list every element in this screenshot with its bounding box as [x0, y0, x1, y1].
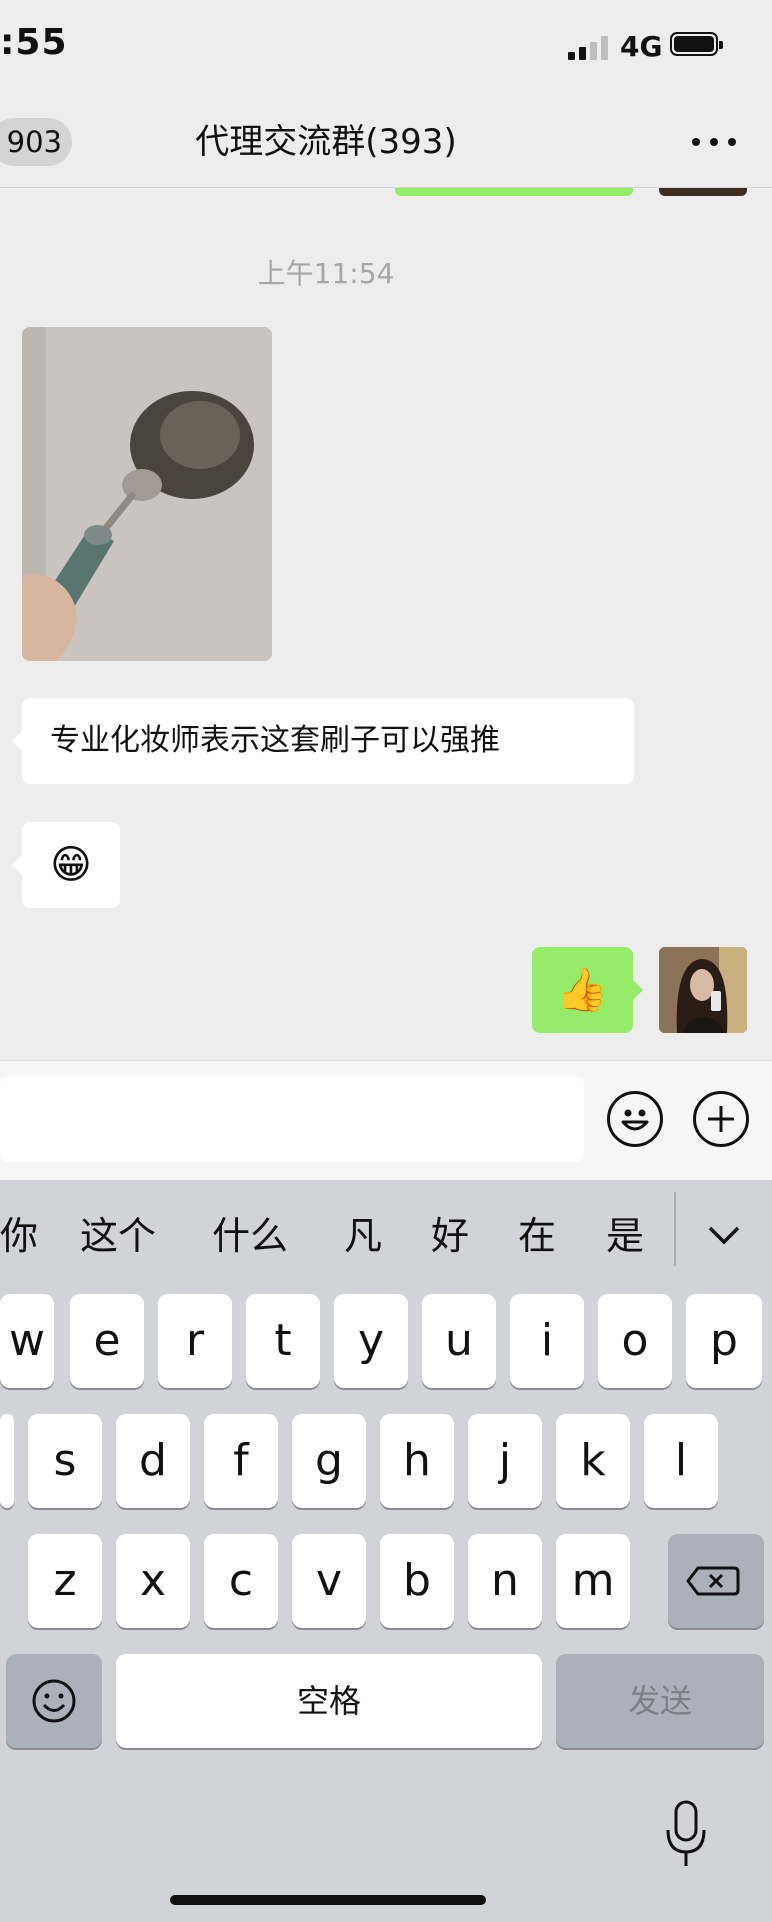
key[interactable]: l [644, 1414, 718, 1508]
candidate-divider [674, 1192, 676, 1266]
avatar-photo [659, 947, 747, 1033]
more-icon[interactable] [692, 126, 736, 158]
message-input[interactable] [0, 1076, 584, 1162]
photo-message[interactable] [22, 327, 272, 661]
bubble-tail [12, 855, 22, 875]
delete-key[interactable] [668, 1534, 764, 1628]
key[interactable]: z [28, 1534, 102, 1628]
key[interactable]: d [116, 1414, 190, 1508]
network-label: 4G [620, 30, 663, 63]
key[interactable]: r [158, 1294, 232, 1388]
previous-message-bubble[interactable] [395, 188, 633, 196]
signal-icon [568, 36, 612, 60]
header-divider [0, 187, 772, 188]
candidate-word[interactable]: 好 [431, 1208, 469, 1264]
thumbs-up-emoji: 👍 [556, 965, 609, 1014]
previous-avatar[interactable] [659, 188, 747, 196]
mic-icon[interactable] [658, 1798, 714, 1870]
message-timestamp: 上午11:54 [257, 257, 395, 290]
key[interactable]: b [380, 1534, 454, 1628]
chat-title: 代理交流群(393) [195, 122, 457, 162]
key[interactable]: m [556, 1534, 630, 1628]
candidate-word[interactable]: 凡 [344, 1208, 382, 1264]
key[interactable]: o [598, 1294, 672, 1388]
candidate-word[interactable]: 什么 [212, 1208, 288, 1264]
my-bubble-tail [633, 980, 643, 1000]
key[interactable]: k [556, 1414, 630, 1508]
grin-emoji: 😁 [50, 842, 92, 888]
key[interactable]: c [204, 1534, 278, 1628]
emoji-message-bubble[interactable]: 😁 [22, 822, 120, 908]
text-message: 专业化妆师表示这套刷子可以强推 [50, 723, 500, 758]
key[interactable]: w [0, 1294, 54, 1388]
send-key[interactable]: 发送 [556, 1654, 764, 1748]
emoji-key-icon [32, 1679, 76, 1723]
key[interactable]: e [70, 1294, 144, 1388]
key[interactable]: i [510, 1294, 584, 1388]
key[interactable]: g [292, 1414, 366, 1508]
key[interactable]: y [334, 1294, 408, 1388]
key[interactable]: h [380, 1414, 454, 1508]
key[interactable]: j [468, 1414, 542, 1508]
key[interactable]: x [116, 1534, 190, 1628]
status-time: :55 [0, 22, 68, 63]
key[interactable]: u [422, 1294, 496, 1388]
emoji-icon[interactable] [607, 1091, 663, 1147]
candidate-word[interactable]: 这个 [80, 1208, 156, 1264]
emoji-key[interactable] [6, 1654, 102, 1748]
space-key[interactable]: 空格 [116, 1654, 542, 1748]
key-a-partial[interactable] [0, 1414, 14, 1508]
key[interactable]: t [246, 1294, 320, 1388]
makeup-brush-photo [22, 327, 272, 661]
delete-icon [686, 1566, 740, 1596]
key[interactable]: n [468, 1534, 542, 1628]
key[interactable]: p [686, 1294, 762, 1388]
text-message-bubble[interactable]: 专业化妆师表示这套刷子可以强推 [22, 698, 634, 784]
battery-icon [670, 32, 723, 56]
my-avatar[interactable] [659, 947, 747, 1033]
candidate-word[interactable]: 在 [518, 1208, 556, 1264]
my-message-bubble[interactable]: 👍 [532, 947, 633, 1033]
bubble-tail [12, 731, 22, 751]
home-indicator [170, 1895, 486, 1905]
key[interactable]: s [28, 1414, 102, 1508]
chevron-down-icon[interactable] [702, 1214, 746, 1258]
plus-icon[interactable] [693, 1091, 749, 1147]
candidate-word[interactable]: 是 [606, 1208, 644, 1264]
key[interactable]: f [204, 1414, 278, 1508]
key[interactable]: v [292, 1534, 366, 1628]
candidate-word[interactable]: 你 [0, 1208, 38, 1264]
